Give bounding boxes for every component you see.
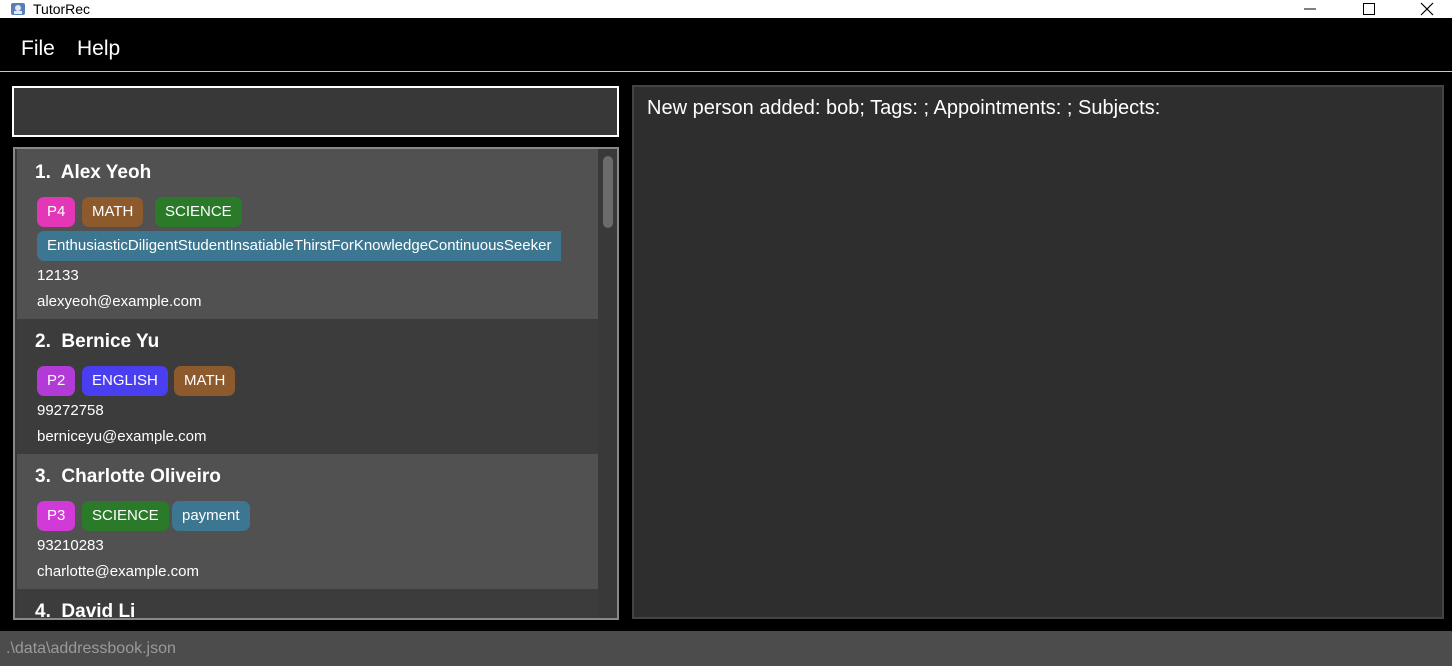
tag-subject: MATH	[82, 197, 144, 227]
person-index: 4.	[35, 601, 51, 618]
tag-long: EnthusiasticDiligentStudentInsatiableThi…	[37, 231, 562, 261]
save-file-path: .\data\addressbook.json	[6, 640, 176, 657]
tag-payment: payment	[172, 501, 250, 531]
tag-subject: SCIENCE	[155, 197, 242, 227]
menu-file[interactable]: File	[21, 36, 55, 62]
tag-subject: ENGLISH	[82, 366, 168, 396]
person-email: charlotte@example.com	[37, 563, 199, 580]
minimize-button[interactable]	[1287, 0, 1333, 18]
tag-level: P4	[37, 197, 76, 227]
person-card[interactable]: 2. Bernice Yu P2 ENGLISH MATH 99272758 b…	[17, 319, 598, 454]
list-scrollbar[interactable]	[598, 150, 616, 617]
app-icon	[11, 3, 25, 15]
status-bar: .\data\addressbook.json	[0, 631, 1452, 666]
tag-level: P3	[37, 501, 76, 531]
close-button[interactable]	[1404, 0, 1450, 18]
maximize-icon	[1363, 3, 1375, 15]
person-card[interactable]: 3. Charlotte Oliveiro P3 SCIENCE payment…	[17, 454, 598, 589]
minimize-icon	[1304, 8, 1316, 10]
menu-bar: File Help	[0, 27, 1452, 72]
person-name-text: Charlotte Oliveiro	[61, 466, 221, 487]
person-index: 2.	[35, 331, 51, 352]
command-input[interactable]	[12, 86, 619, 137]
tag-subject: SCIENCE	[82, 501, 169, 531]
title-bar: TutorRec	[0, 0, 1452, 18]
tag-level: P2	[37, 366, 76, 396]
tag-subject: MATH	[174, 366, 236, 396]
person-email: berniceyu@example.com	[37, 428, 207, 445]
person-name-text: Alex Yeoh	[60, 162, 152, 183]
person-email: alexyeoh@example.com	[37, 293, 202, 310]
person-name-text: Bernice Yu	[61, 331, 160, 352]
person-name: 1. Alex Yeoh	[35, 162, 151, 184]
person-name: 3. Charlotte Oliveiro	[35, 466, 221, 488]
person-card[interactable]: 1. Alex Yeoh P4 MATH SCIENCE Enthusiasti…	[17, 149, 598, 319]
person-name: 2. Bernice Yu	[35, 331, 159, 353]
person-name: 4. David Li	[35, 601, 135, 618]
person-card[interactable]: 4. David Li	[17, 589, 598, 618]
person-index: 1.	[35, 162, 51, 183]
maximize-button[interactable]	[1346, 0, 1392, 18]
close-icon	[1420, 2, 1434, 16]
result-message: New person added: bob; Tags: ; Appointme…	[647, 97, 1161, 119]
person-phone: 12133	[37, 267, 79, 284]
app-title: TutorRec	[33, 1, 91, 17]
result-display: New person added: bob; Tags: ; Appointme…	[632, 85, 1444, 619]
person-name-text: David Li	[61, 601, 136, 618]
person-list[interactable]: 1. Alex Yeoh P4 MATH SCIENCE Enthusiasti…	[13, 147, 619, 620]
person-index: 3.	[35, 466, 51, 487]
menu-help[interactable]: Help	[77, 36, 120, 62]
person-phone: 93210283	[37, 537, 104, 554]
scrollbar-thumb[interactable]	[603, 156, 613, 228]
person-phone: 99272758	[37, 402, 104, 419]
